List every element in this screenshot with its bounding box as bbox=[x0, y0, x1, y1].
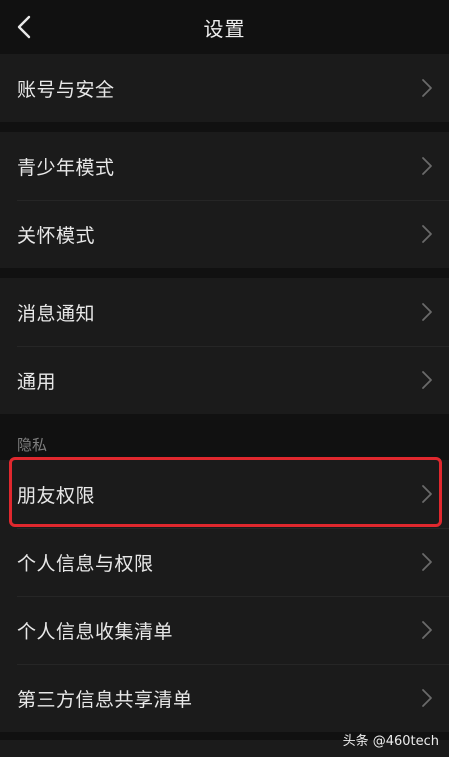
settings-screen: 设置 账号与安全 青少年模式 关怀模式 消息通知 通用 隐私 朋友权限 个人信息… bbox=[0, 0, 449, 757]
row-label: 朋友权限 bbox=[17, 484, 96, 507]
row-label: 账号与安全 bbox=[17, 78, 115, 101]
chevron-right-icon bbox=[422, 689, 432, 707]
account-group: 账号与安全 bbox=[0, 54, 449, 122]
settings-row-third-party-sharing[interactable]: 第三方信息共享清单 bbox=[0, 664, 449, 732]
mode-group: 青少年模式 关怀模式 bbox=[0, 132, 449, 268]
section-title: 隐私 bbox=[17, 436, 48, 454]
row-label: 个人信息收集清单 bbox=[17, 620, 174, 643]
chevron-right-icon bbox=[422, 485, 432, 503]
settings-row-general[interactable]: 通用 bbox=[0, 346, 449, 414]
settings-row-care-mode[interactable]: 关怀模式 bbox=[0, 200, 449, 268]
row-label: 通用 bbox=[17, 370, 57, 393]
chevron-right-icon bbox=[422, 553, 432, 571]
settings-row-account-security[interactable]: 账号与安全 bbox=[0, 54, 449, 122]
chevron-left-icon bbox=[17, 15, 31, 39]
settings-row-personal-info-permissions[interactable]: 个人信息与权限 bbox=[0, 528, 449, 596]
settings-row-youth-mode[interactable]: 青少年模式 bbox=[0, 132, 449, 200]
general-group: 消息通知 通用 bbox=[0, 278, 449, 414]
chevron-right-icon bbox=[422, 621, 432, 639]
watermark: 头条 @460tech bbox=[342, 734, 439, 749]
page-title: 设置 bbox=[203, 16, 246, 41]
settings-row-personal-info-collection[interactable]: 个人信息收集清单 bbox=[0, 596, 449, 664]
chevron-right-icon bbox=[422, 225, 432, 243]
chevron-right-icon bbox=[422, 303, 432, 321]
back-button[interactable] bbox=[6, 7, 42, 47]
chevron-right-icon bbox=[422, 371, 432, 389]
row-label: 个人信息与权限 bbox=[17, 552, 154, 575]
navigation-bar: 设置 bbox=[0, 0, 449, 54]
settings-row-notifications[interactable]: 消息通知 bbox=[0, 278, 449, 346]
privacy-group: 朋友权限 个人信息与权限 个人信息收集清单 第三方信息共享清单 bbox=[0, 460, 449, 732]
settings-row-friend-permissions[interactable]: 朋友权限 bbox=[0, 460, 449, 528]
row-label: 消息通知 bbox=[17, 302, 96, 325]
row-label: 第三方信息共享清单 bbox=[17, 688, 193, 711]
row-label: 关怀模式 bbox=[17, 224, 96, 247]
chevron-right-icon bbox=[422, 157, 432, 175]
chevron-right-icon bbox=[422, 79, 432, 97]
privacy-section-header: 隐私 bbox=[0, 424, 449, 460]
row-label: 青少年模式 bbox=[17, 156, 115, 179]
